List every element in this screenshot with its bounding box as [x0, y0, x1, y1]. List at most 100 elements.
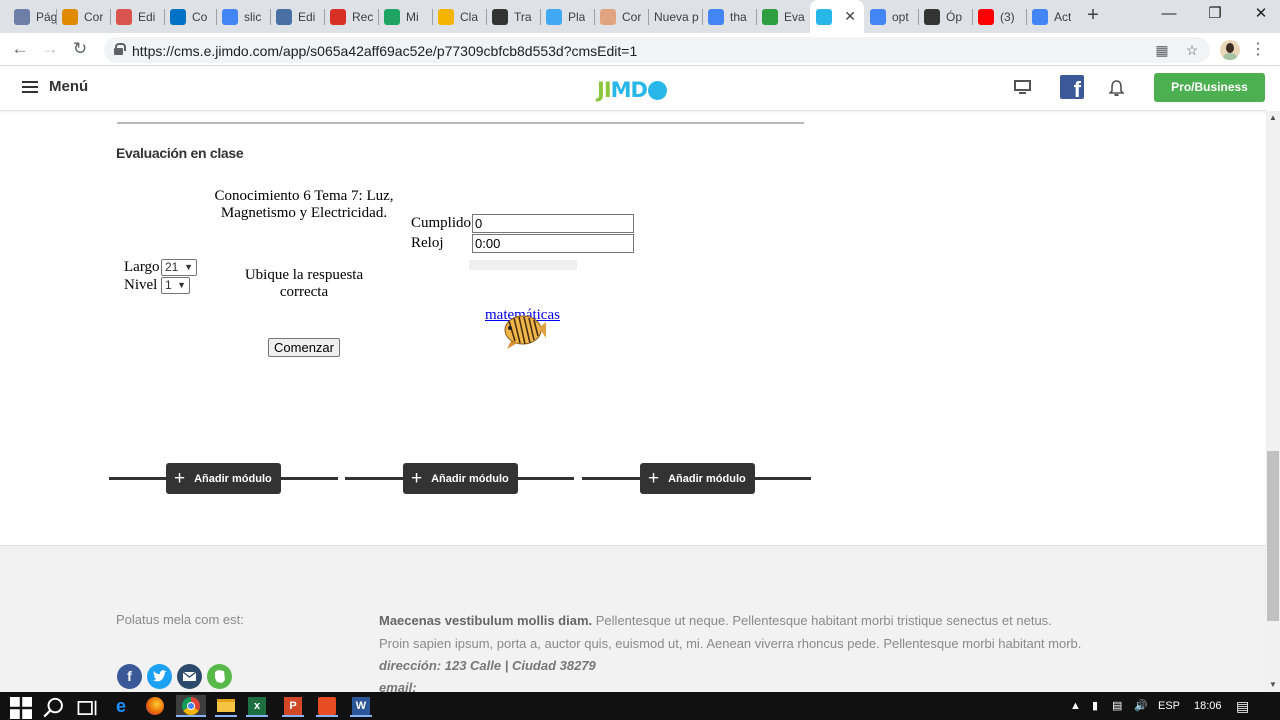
fish-icon[interactable] [501, 311, 547, 351]
browser-tab-title: (3) [1000, 9, 1015, 24]
address-bar[interactable]: https://cms.e.jimdo.com/app/s065a42aff69… [104, 37, 1210, 63]
email-icon[interactable] [177, 664, 202, 689]
nivel-select[interactable]: 1 ▼ [161, 277, 190, 294]
cumplido-field[interactable]: 0 [472, 214, 634, 233]
google-icon [222, 8, 238, 25]
jimdo-icon [816, 8, 832, 25]
browser-tab[interactable]: Eva [756, 0, 810, 33]
profile-avatar[interactable] [1220, 40, 1240, 60]
battery-icon[interactable]: ▮ [1092, 692, 1098, 720]
browser-tab[interactable]: Cor [594, 0, 648, 33]
add-module-button[interactable]: + Añadir módulo [640, 463, 755, 494]
volume-icon[interactable]: 🔊 [1134, 692, 1148, 720]
reloj-field[interactable]: 0:00 [472, 234, 634, 253]
google-icon [870, 8, 886, 25]
back-button[interactable]: ← [10, 39, 30, 59]
bell-icon[interactable] [1109, 80, 1124, 97]
windows-taskbar: e x P W ▲ ▮ ▤ 🔊 ESP 18:06 ▤ [0, 692, 1280, 720]
quiz-title: Conocimiento 6 Tema 7: Luz, Magnetismo y… [214, 188, 394, 221]
progress-bar [469, 260, 577, 270]
menu-label: Menú [49, 78, 89, 95]
plus-icon: + [411, 468, 423, 489]
pro-business-button[interactable]: Pro/Business [1154, 73, 1265, 102]
scroll-up-arrow-icon[interactable]: ▲ [1266, 111, 1280, 125]
menu-button[interactable]: Menú [22, 78, 88, 95]
browser-tab[interactable]: Pla [540, 0, 594, 33]
browser-tab[interactable]: Act [1026, 0, 1080, 33]
footer-line-1-text: Pellentesque ut neque. Pellentesque habi… [595, 613, 1052, 628]
chrome-icon[interactable] [176, 695, 206, 717]
brain-icon [600, 8, 616, 25]
scrollbar-thumb[interactable] [1267, 451, 1279, 621]
add-module-button[interactable]: + Añadir módulo [403, 463, 518, 494]
office-icon[interactable] [316, 695, 338, 717]
facebook-icon[interactable]: f [1060, 75, 1084, 99]
browser-tab[interactable]: Óp [918, 0, 972, 33]
show-hidden-icons-chevron-icon[interactable]: ▲ [1070, 692, 1081, 720]
network-icon[interactable]: ▤ [1112, 692, 1122, 720]
gmail-icon [330, 8, 346, 25]
facebook-icon[interactable]: f [117, 664, 142, 689]
browser-tab-title: Cla [460, 9, 479, 24]
portrait-icon [492, 8, 508, 25]
browser-tab[interactable]: Cla [432, 0, 486, 33]
windows-start-icon[interactable] [10, 697, 32, 719]
translate-icon[interactable]: ▦ [1154, 42, 1170, 58]
word-icon[interactable]: W [350, 695, 372, 717]
reload-button[interactable]: ↻ [70, 39, 90, 59]
browser-menu-icon[interactable]: ⋮ [1250, 40, 1266, 60]
add-module-button[interactable]: + Añadir módulo [166, 463, 281, 494]
task-view-icon[interactable] [76, 697, 98, 719]
powerpoint-icon[interactable]: P [282, 695, 304, 717]
edge-icon[interactable]: e [110, 695, 132, 717]
browser-tab[interactable]: Tra [486, 0, 540, 33]
instruction-text: Ubique la respuesta correcta [244, 267, 364, 300]
desktop-preview-icon[interactable] [1014, 80, 1031, 95]
minimize-button[interactable]: — [1146, 0, 1192, 30]
twitter-icon[interactable] [147, 664, 172, 689]
browser-tab[interactable]: Edi [270, 0, 324, 33]
search-icon[interactable] [43, 697, 65, 719]
comenzar-button[interactable]: Comenzar [268, 338, 340, 357]
browser-tab[interactable]: (3) [972, 0, 1026, 33]
restore-button[interactable]: ❐ [1192, 0, 1238, 30]
browser-tab[interactable]: tha [702, 0, 756, 33]
plus-icon: + [174, 468, 186, 489]
browser-tab-title: Pág [36, 9, 56, 24]
browser-tab[interactable]: opt [864, 0, 918, 33]
browser-tab[interactable]: ✕ [810, 0, 864, 33]
jimdo-logo[interactable]: JI M D [597, 78, 667, 102]
close-window-button[interactable]: ✕ [1238, 0, 1280, 30]
browser-tab-title: Nueva p [654, 9, 699, 24]
excel-icon[interactable]: x [246, 695, 268, 717]
evernote-icon[interactable] [207, 664, 232, 689]
new-tab-button[interactable]: + [1082, 4, 1104, 26]
footer-left-text: Polatus mela com est: [116, 612, 244, 627]
footer-line-2: Proin sapien ipsum, porta a, auctor quis… [379, 636, 1082, 651]
clock-time[interactable]: 18:06 [1194, 692, 1222, 720]
browser-toolbar: ← → ↻ https://cms.e.jimdo.com/app/s065a4… [0, 33, 1280, 66]
browser-tab[interactable]: Cor [56, 0, 110, 33]
language-indicator[interactable]: ESP [1158, 692, 1180, 720]
file-explorer-icon[interactable] [215, 695, 237, 717]
browser-tab[interactable]: Nueva p [648, 0, 702, 33]
browser-tab[interactable]: Co [164, 0, 216, 33]
bookmark-star-icon[interactable]: ☆ [1184, 42, 1200, 58]
footer-address: dirección: 123 Calle | Ciudad 38279 [379, 658, 596, 673]
close-tab-icon[interactable]: ✕ [844, 8, 856, 25]
scroll-down-arrow-icon[interactable]: ▼ [1266, 678, 1280, 692]
browser-tab[interactable]: Mi [378, 0, 432, 33]
browser-tab-title: Co [192, 9, 208, 24]
nivel-label: Nivel [124, 277, 158, 293]
largo-select[interactable]: 21 ▼ [161, 259, 197, 276]
youtube-icon [978, 8, 994, 25]
notifications-icon[interactable]: ▤ [1236, 692, 1249, 720]
page-scrollbar[interactable]: ▲ ▼ [1266, 111, 1280, 692]
forward-button[interactable]: → [40, 39, 60, 59]
chevron-down-icon: ▼ [177, 280, 186, 290]
browser-tab[interactable]: slic [216, 0, 270, 33]
browser-tab[interactable]: Pág [8, 0, 56, 33]
firefox-icon[interactable] [144, 695, 166, 717]
browser-tab[interactable]: Rec [324, 0, 378, 33]
browser-tab[interactable]: Edi [110, 0, 164, 33]
